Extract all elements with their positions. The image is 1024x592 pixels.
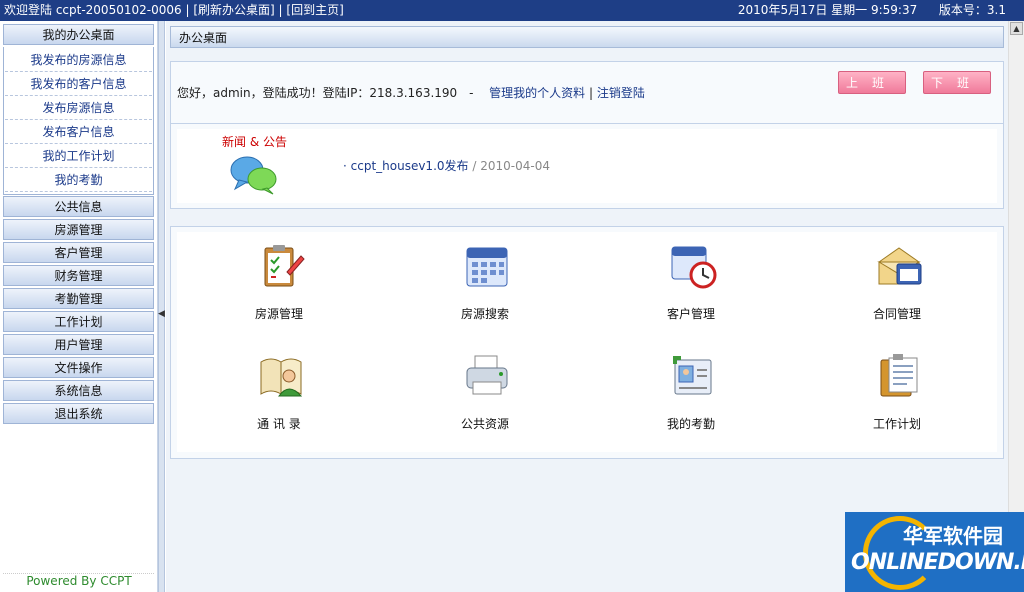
powered-by: Powered By CCPT [26, 574, 132, 588]
welcome-panel: 您好，admin，登陆成功！登陆IP：218.3.163.190 - 管理我的个… [170, 61, 1004, 129]
sidebar-cat-client-mgmt[interactable]: 客户管理 [3, 242, 154, 263]
topbar-left: 欢迎登陆 ccpt-20050102-0006 | [刷新办公桌面] | [回到… [4, 3, 344, 17]
id-card-icon [673, 356, 712, 395]
sidebar: 我的办公桌面 我发布的房源信息 我发布的客户信息 发布房源信息 发布客户信息 我… [0, 21, 158, 592]
watermark-en: ONLINEDOWN.NET [851, 550, 1024, 575]
sidebar-cat-system-info[interactable]: 系统信息 [3, 380, 154, 401]
app-label: 通 讯 录 [257, 417, 301, 431]
app-label: 工作计划 [872, 417, 921, 431]
sidebar-cat-file-ops[interactable]: 文件操作 [3, 357, 154, 378]
news-item-date: 2010-04-04 [480, 159, 550, 173]
on-duty-button[interactable]: 上班 [838, 71, 906, 94]
logout-link[interactable]: 注销登陆 [597, 86, 645, 100]
app-label: 房源管理 [254, 307, 303, 321]
refresh-desktop-link[interactable]: [刷新办公桌面] [193, 3, 274, 17]
sidebar-item-publish-client[interactable]: 发布客户信息 [5, 120, 152, 144]
watermark-cn: 华军软件园 [903, 524, 1003, 548]
off-duty-button[interactable]: 下班 [923, 71, 991, 94]
main-area: 办公桌面 您好，admin，登陆成功！登陆IP：218.3.163.190 - … [166, 21, 1008, 592]
sidebar-cat-public-info[interactable]: 公共信息 [3, 196, 154, 217]
clipboard-icon [264, 245, 305, 287]
calendar-icon [466, 247, 508, 287]
apps-panel: 房源管理 房源搜索 客户管理 合同管理 通 讯 录 公共资源 我的考勤 工作计划 [170, 226, 1004, 459]
app-label: 房源搜索 [460, 307, 509, 321]
app-label: 客户管理 [666, 307, 715, 321]
main-header: 办公桌面 [170, 26, 1004, 48]
sidebar-item-publish-house[interactable]: 发布房源信息 [5, 96, 152, 120]
sidebar-cat-user-mgmt[interactable]: 用户管理 [3, 334, 154, 355]
printer-icon [466, 355, 508, 395]
news-title: 新闻 & 公告 [222, 135, 287, 149]
app-label: 合同管理 [872, 307, 921, 321]
sidebar-header-my-desktop[interactable]: 我的办公桌面 [3, 24, 154, 45]
notepad-icon [880, 354, 918, 397]
app-label: 我的考勤 [666, 417, 715, 431]
login-info: 您好，admin，登陆成功！登陆IP：218.3.163.190 - [177, 86, 474, 100]
sidebar-item-my-clients[interactable]: 我发布的客户信息 [5, 72, 152, 96]
topbar-right: 2010年5月17日 星期一 9:59:37 版本号：3.1 [738, 0, 1006, 21]
sidebar-item-my-attendance[interactable]: 我的考勤 [5, 168, 152, 192]
page-scrollbar[interactable]: ▲ [1008, 21, 1024, 592]
welcome-message: 您好，admin，登陆成功！登陆IP：218.3.163.190 - 管理我的个… [177, 86, 645, 100]
sidebar-cat-finance-mgmt[interactable]: 财务管理 [3, 265, 154, 286]
sidebar-cat-house-mgmt[interactable]: 房源管理 [3, 219, 154, 240]
news-separator: / [472, 159, 477, 173]
sidebar-cat-attendance-mgmt[interactable]: 考勤管理 [3, 288, 154, 309]
scroll-up-icon[interactable]: ▲ [1010, 22, 1023, 35]
sidebar-cat-work-plan[interactable]: 工作计划 [3, 311, 154, 332]
address-book-icon [260, 358, 303, 397]
news-item-title[interactable]: · ccpt_housev1.0发布 [343, 159, 469, 173]
app-label: 公共资源 [460, 417, 509, 431]
top-bar: 欢迎登陆 ccpt-20050102-0006 | [刷新办公桌面] | [回到… [0, 0, 1024, 21]
sidebar-cat-logout[interactable]: 退出系统 [3, 403, 154, 424]
version-label: 版本号：3.1 [938, 3, 1006, 17]
sidebar-item-my-houses[interactable]: 我发布的房源信息 [5, 48, 152, 72]
profile-link[interactable]: 管理我的个人资料 [489, 86, 585, 100]
calendar-clock-icon [671, 246, 717, 289]
sidebar-item-my-work-plan[interactable]: 我的工作计划 [5, 144, 152, 168]
onlinedown-watermark: 华军软件园 ONLINEDOWN.NET [845, 512, 1024, 592]
welcome-text: 欢迎登陆 ccpt-20050102-0006 [4, 3, 182, 17]
envelope-window-icon [877, 247, 922, 285]
news-panel: 新闻 & 公告 · ccpt_housev1.0发布 / 2010-04-04 [170, 123, 1004, 209]
home-link[interactable]: [回到主页] [286, 3, 343, 17]
chat-bubbles-icon [230, 156, 277, 195]
datetime: 2010年5月17日 星期一 9:59:37 [737, 3, 918, 17]
collapse-arrow-icon: ◀ [158, 309, 165, 319]
sidebar-collapse-handle[interactable]: ◀ [158, 21, 165, 592]
news-item[interactable]: · ccpt_housev1.0发布 / 2010-04-04 [343, 157, 550, 174]
